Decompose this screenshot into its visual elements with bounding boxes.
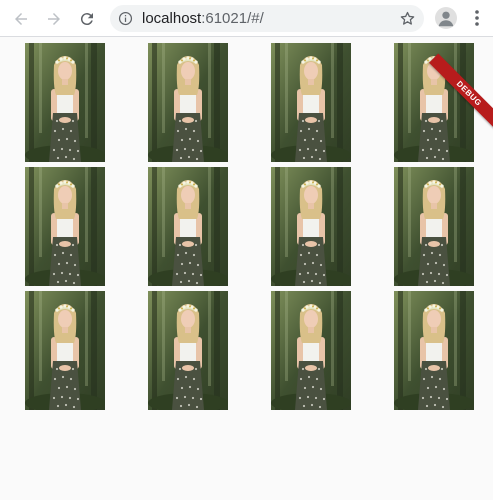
photo-image <box>25 167 105 286</box>
photo-tile[interactable] <box>394 291 474 410</box>
app-viewport: DEBUG <box>0 37 493 500</box>
arrow-left-icon <box>15 13 27 25</box>
arrow-right-icon <box>48 13 60 25</box>
photo-tile[interactable] <box>25 43 105 162</box>
photo-tile[interactable] <box>148 167 228 286</box>
account-icon <box>438 11 454 27</box>
photo-image <box>271 43 351 162</box>
photo-image <box>148 291 228 410</box>
photo-image <box>394 291 474 410</box>
photo-image <box>394 167 474 286</box>
info-icon[interactable] <box>118 11 133 26</box>
photo-image <box>148 167 228 286</box>
reload-icon <box>80 13 93 26</box>
photo-tile[interactable] <box>394 167 474 286</box>
photo-image <box>25 43 105 162</box>
photo-image <box>271 291 351 410</box>
photo-tile[interactable] <box>25 167 105 286</box>
url-text: localhost:61021/#/ <box>142 10 264 27</box>
photo-tile[interactable] <box>148 43 228 162</box>
photo-tile[interactable] <box>25 291 105 410</box>
url-path: :61021/#/ <box>201 10 264 27</box>
browser-toolbar: localhost:61021/#/ <box>0 0 493 37</box>
photo-image <box>148 43 228 162</box>
forward-button[interactable] <box>43 8 65 30</box>
photo-tile[interactable] <box>148 291 228 410</box>
photo-tile[interactable] <box>271 167 351 286</box>
reload-button[interactable] <box>76 8 98 30</box>
photo-tile[interactable] <box>271 43 351 162</box>
star-icon[interactable] <box>399 10 416 27</box>
back-button[interactable] <box>10 8 32 30</box>
photo-tile[interactable] <box>271 291 351 410</box>
address-bar[interactable]: localhost:61021/#/ <box>110 5 424 32</box>
photo-image <box>271 167 351 286</box>
profile-avatar[interactable] <box>435 7 457 29</box>
photo-image <box>25 291 105 410</box>
url-host: localhost <box>142 10 202 27</box>
more-vert-icon[interactable] <box>469 9 485 27</box>
